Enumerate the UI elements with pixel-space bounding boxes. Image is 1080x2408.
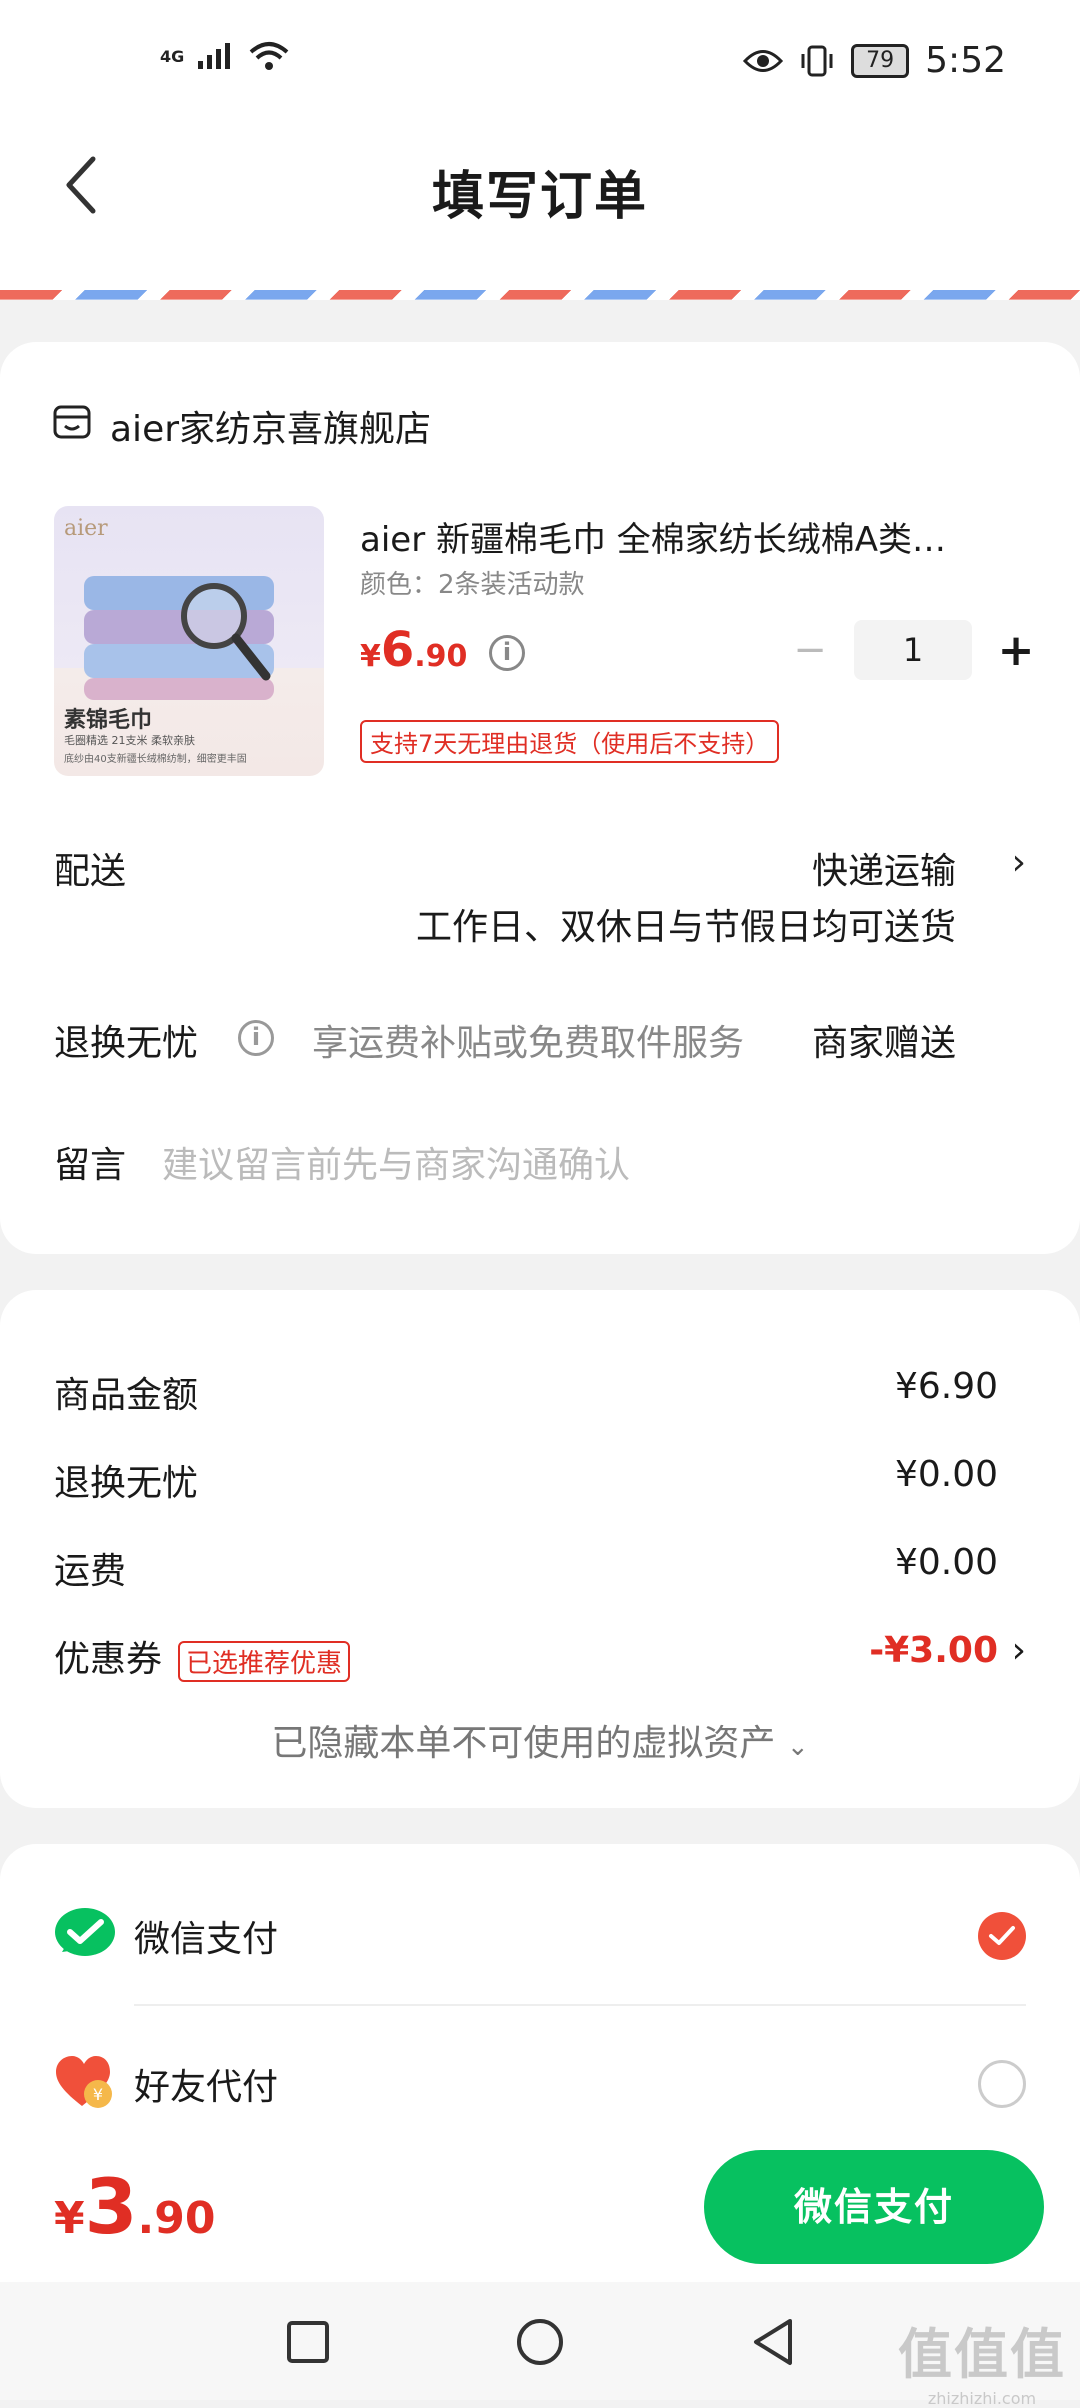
- product-image[interactable]: aier 素锦毛巾 毛圈精选 21支米 柔软亲肤 底纱由40支新疆长绒棉纺制，细…: [54, 506, 324, 776]
- product-image-brand: aier: [64, 516, 108, 541]
- product-image-subtitle: 毛圈精选 21支米 柔软亲肤: [64, 734, 195, 747]
- delivery-chevron-icon[interactable]: ›: [1012, 842, 1026, 883]
- signal-icon: [198, 43, 231, 69]
- product-image-title: 素锦毛巾: [64, 708, 153, 733]
- summary-label: 运费: [54, 1551, 127, 1592]
- checkmark-icon: [989, 1926, 1015, 1945]
- status-bar: 4G 79 5:52: [0, 0, 1080, 120]
- svg-text:¥: ¥: [93, 2085, 103, 2104]
- product-image-caption: 底纱由40支新疆长绒棉纺制，细密更丰固: [64, 754, 247, 765]
- unselected-radio[interactable]: [978, 2060, 1026, 2108]
- price-integer: 6: [380, 622, 415, 678]
- home-button[interactable]: [510, 2312, 570, 2372]
- message-label: 留言: [54, 1145, 127, 1186]
- status-right: 79 5:52: [743, 40, 1006, 81]
- coupon-value: -¥3.00: [869, 1630, 998, 1671]
- payment-method-label: 好友代付: [134, 2067, 279, 2108]
- product-spec[interactable]: 颜色：2条装活动款: [360, 564, 585, 601]
- coupon-label: 优惠券: [54, 1639, 163, 1680]
- return-policy-tag: 支持7天无理由退货（使用后不支持）: [360, 720, 780, 763]
- heart-icon: ¥: [56, 2056, 112, 2108]
- total-price: ¥3.90: [54, 2162, 215, 2251]
- eye-icon: [743, 49, 784, 72]
- delivery-note: 工作日、双休日与节假日均可送货: [415, 907, 956, 948]
- hidden-assets-toggle[interactable]: 已隐藏本单不可使用的虚拟资产 ⌄: [0, 1714, 1080, 1766]
- total-decimal: .90: [137, 2193, 216, 2244]
- delivery-method[interactable]: 快递运输: [812, 842, 956, 894]
- quantity-stepper: − 1 +: [780, 620, 1046, 680]
- increase-button[interactable]: +: [986, 625, 1046, 676]
- store-name[interactable]: aier家纺京喜旗舰店: [110, 400, 431, 452]
- hidden-assets-text: 已隐藏本单不可使用的虚拟资产: [271, 1723, 776, 1764]
- battery-icon: 79: [851, 43, 910, 78]
- payment-method-friend[interactable]: ¥ 好友代付: [54, 2044, 1026, 2124]
- site-watermark: 值值值 zhizhizhi.com: [898, 2310, 1066, 2408]
- wifi-icon: [249, 42, 289, 70]
- product-title[interactable]: aier 新疆棉毛巾 全棉家纺长绒棉A类…: [360, 512, 1030, 561]
- store-card: aier家纺京喜旗舰店 aier 素锦毛巾 毛圈精选 21支米 柔软亲肤 底纱由…: [0, 342, 1080, 1254]
- price-currency: ¥: [360, 639, 381, 674]
- wechat-pay-icon: [55, 1908, 115, 1956]
- product-price: ¥6.90 i: [360, 622, 526, 678]
- price-decimal: .90: [414, 639, 468, 674]
- order-summary-card: 商品金额 ¥6.90 退换无忧 ¥0.00 运费 ¥0.00 优惠券 已选推荐优惠…: [0, 1290, 1080, 1808]
- store-icon: [53, 405, 91, 439]
- status-left: 4G: [160, 40, 290, 72]
- clock: 5:52: [925, 40, 1006, 81]
- coupon-label-group: 优惠券 已选推荐优惠: [54, 1630, 351, 1682]
- delivery-label: 配送: [54, 851, 127, 892]
- summary-row: 退换无忧 ¥0.00: [54, 1454, 1026, 1514]
- chevron-down-icon: ⌄: [786, 1732, 809, 1762]
- airmail-stripe-divider: [0, 290, 1080, 300]
- magnifier-icon: [181, 583, 271, 681]
- worry-free-description: 享运费补贴或免费取件服务: [312, 1023, 745, 1064]
- page-title: 填写订单: [431, 167, 648, 227]
- checkout-bar: ¥3.90 微信支付: [0, 2132, 1080, 2282]
- selected-radio[interactable]: [978, 1912, 1026, 1960]
- message-input[interactable]: 建议留言前先与商家沟通确认: [162, 1136, 630, 1188]
- total-integer: 3: [84, 2162, 138, 2251]
- pay-button[interactable]: 微信支付: [704, 2150, 1044, 2264]
- triangle-back-icon: [754, 2319, 792, 2365]
- header: 填写订单: [0, 120, 1080, 300]
- network-type: 4G: [160, 46, 185, 66]
- coupon-tag: 已选推荐优惠: [178, 1640, 351, 1682]
- watermark-logo: 值值值: [898, 2323, 1066, 2386]
- coupon-chevron-icon: ›: [1011, 1630, 1026, 1671]
- watermark-url: zhizhizhi.com: [927, 2389, 1037, 2408]
- summary-label: 退换无忧: [54, 1463, 199, 1504]
- summary-row: 商品金额 ¥6.90: [54, 1366, 1026, 1426]
- total-currency: ¥: [54, 2193, 85, 2244]
- payment-divider: [134, 2004, 1026, 2006]
- summary-value: ¥0.00: [894, 1454, 998, 1495]
- worry-free-value: 商家赠送: [811, 1023, 956, 1064]
- recent-apps-button[interactable]: [278, 2312, 338, 2372]
- payment-card: 微信支付 ¥ 好友代付: [0, 1844, 1080, 2144]
- summary-row: 运费 ¥0.00: [54, 1542, 1026, 1602]
- worry-free-label: 退换无忧: [54, 1023, 199, 1064]
- worry-free-info-icon[interactable]: i: [238, 1020, 274, 1056]
- payment-method-label: 微信支付: [134, 1919, 279, 1960]
- summary-value: ¥0.00: [894, 1542, 998, 1583]
- back-nav-button[interactable]: [742, 2312, 802, 2372]
- quantity-value[interactable]: 1: [854, 620, 972, 680]
- square-icon: [287, 2321, 329, 2363]
- coupon-row[interactable]: 优惠券 已选推荐优惠 -¥3.00 ›: [54, 1630, 1026, 1690]
- summary-label: 商品金额: [54, 1375, 199, 1416]
- vibrate-icon: [801, 45, 833, 76]
- price-info-icon[interactable]: i: [489, 635, 526, 671]
- decrease-button[interactable]: −: [780, 627, 840, 673]
- summary-value: ¥6.90: [894, 1366, 998, 1407]
- payment-method-wechat[interactable]: 微信支付: [54, 1896, 1026, 1976]
- circle-icon: [517, 2319, 563, 2365]
